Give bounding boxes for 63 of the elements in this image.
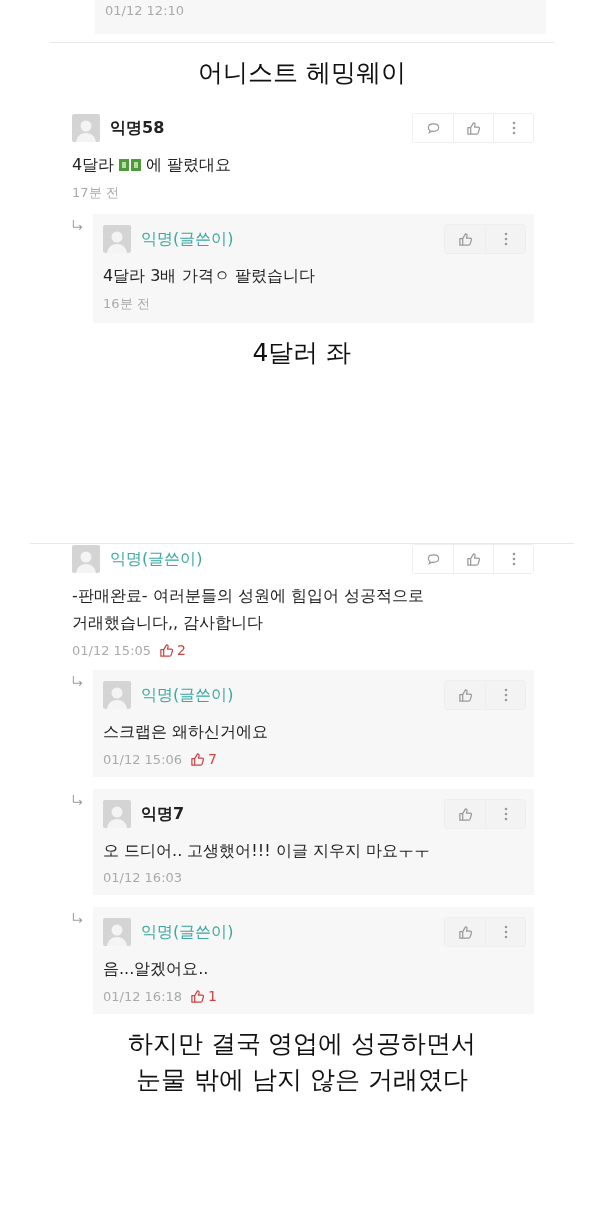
- caption-text: 하지만 결국 영업에 성공하면서: [127, 1028, 477, 1060]
- speech-bubble-icon: [425, 120, 441, 136]
- comment-text: 음...알겠어요..: [103, 958, 210, 980]
- timestamp: 01/12 16:03: [103, 870, 183, 885]
- caption-text: 4달러 좌: [252, 337, 352, 369]
- more-icon: [511, 552, 516, 566]
- more-button[interactable]: [485, 800, 525, 828]
- like-button[interactable]: [445, 681, 485, 709]
- more-button[interactable]: [485, 225, 525, 253]
- more-icon: [503, 807, 508, 821]
- more-icon: [503, 232, 508, 246]
- thumbs-up-icon: [190, 988, 206, 1004]
- author-name: 익명(글쓴이): [141, 921, 234, 943]
- timestamp: 01/12 12:10: [105, 3, 185, 18]
- timestamp: 01/12 15:06: [103, 751, 183, 767]
- like-button[interactable]: [445, 918, 485, 946]
- more-button[interactable]: [493, 114, 533, 142]
- author-name: 익명(글쓴이): [141, 684, 234, 706]
- comment-text: 4달라 3배 가격ㅇ 팔렸습니다: [103, 265, 316, 287]
- more-button[interactable]: [485, 918, 525, 946]
- like-button[interactable]: [445, 800, 485, 828]
- caption-text: 눈물 밖에 남지 않은 거래였다: [136, 1064, 468, 1096]
- avatar-icon: [103, 681, 131, 709]
- comment-text: -판매완료- 여러분들의 성원에 힘입어 성공적으로 거래했습니다,, 감사합니다: [72, 585, 425, 634]
- timestamp: 17분 전: [72, 184, 119, 202]
- more-icon: [503, 688, 508, 702]
- reply-arrow-icon: [72, 913, 83, 924]
- reply-arrow-icon: [72, 220, 83, 231]
- reply-arrow-icon: [72, 795, 83, 806]
- more-icon: [503, 925, 508, 939]
- thumbs-up-icon: [457, 231, 473, 247]
- caption-text: 어니스트 헤밍웨이: [198, 57, 406, 89]
- thumbs-up-icon: [457, 806, 473, 822]
- author-name: 익명7: [141, 803, 185, 825]
- more-icon: [511, 121, 516, 135]
- like-button[interactable]: [445, 225, 485, 253]
- more-button[interactable]: [493, 545, 533, 573]
- timestamp: 01/12 15:05: [72, 642, 152, 658]
- thumbs-up-icon: [457, 687, 473, 703]
- avatar-icon: [103, 225, 131, 253]
- thumbs-up-icon: [190, 751, 206, 767]
- timestamp: 16분 전: [103, 295, 150, 313]
- avatar-icon: [103, 918, 131, 946]
- avatar-icon: [103, 800, 131, 828]
- reply-arrow-icon: [72, 676, 83, 687]
- author-name: 익명(글쓴이): [110, 548, 203, 570]
- thumbs-up-icon: [457, 924, 473, 940]
- author-name: 익명(글쓴이): [141, 228, 234, 250]
- thumbs-up-icon: [466, 551, 481, 567]
- money-icon: [119, 158, 142, 172]
- speech-bubble-icon: [425, 551, 441, 567]
- like-count: 1: [208, 988, 217, 1004]
- timestamp: 01/12 16:18: [103, 988, 183, 1004]
- author-name: 익명58: [110, 117, 165, 139]
- comment-text: 스크랩은 왜하신거에요: [103, 721, 270, 743]
- comment-text: 오 드디어.. 고생했어!!! 이글 지우지 마요ㅜㅜ: [103, 840, 431, 862]
- thumbs-up-icon: [159, 642, 175, 658]
- like-count: 7: [208, 751, 217, 767]
- comment-text: 4달라 에 팔렸대요: [72, 154, 233, 176]
- more-button[interactable]: [485, 681, 525, 709]
- like-count: 2: [177, 642, 186, 658]
- avatar-icon: [72, 114, 100, 142]
- thumbs-up-icon: [466, 120, 481, 136]
